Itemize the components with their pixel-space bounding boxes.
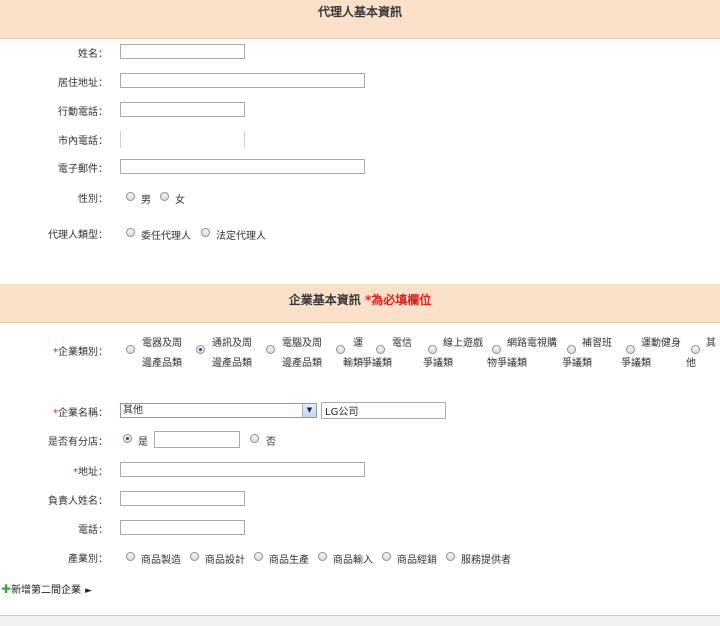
agent-section-title: 代理人基本資訊 [317,5,402,19]
gender-male-label: 男 [141,195,151,206]
category-other-radio[interactable] [691,345,700,354]
name-input[interactable] [120,44,245,59]
industry-distribution-label: 商品經銷 [397,555,437,566]
landline-input[interactable] [120,131,245,148]
browser-status-bar [0,615,720,626]
chevron-down-icon[interactable]: ▼ [302,404,316,417]
category-telecom-label: 電信 爭議類 [362,338,412,369]
company-name-select-value: 其他 [123,405,143,416]
category-fitness-radio[interactable] [626,345,635,354]
category-computer-radio[interactable] [266,345,275,354]
agent-section-header: 代理人基本資訊 [0,0,720,39]
company-address-label: *地址： [73,467,108,478]
industry-design-label: 商品設計 [205,555,245,566]
industry-manufacture-label: 商品製造 [141,555,181,566]
category-computer-label: 電腦及周 邊產品類 [282,338,322,369]
industry-import-label: 商品輸入 [333,555,373,566]
branch-label: 是否有分店： [48,437,108,448]
add-second-company-link[interactable]: ✚新增第二間企業 ► [1,581,92,596]
industry-label: 產業別： [68,554,108,565]
email-input[interactable] [120,159,365,174]
branch-no-radio[interactable] [250,434,259,443]
agent-type-label: 代理人類型： [48,230,108,241]
company-phone-input[interactable] [120,520,245,535]
mobile-input[interactable] [120,102,245,117]
address-label: 居住地址： [58,78,108,89]
plus-icon: ✚ [1,582,12,596]
category-online-game-label: 線上遊戲 爭議類 [423,338,483,369]
gender-label: 性別： [78,194,108,205]
company-name-input[interactable] [321,402,446,419]
category-online-game-radio[interactable] [428,345,437,354]
required-note: *為必填欄位 [364,293,432,307]
category-tv-shopping-radio[interactable] [492,345,501,354]
person-label: 負責人姓名： [48,496,108,507]
gender-male-radio[interactable] [126,192,135,201]
category-telecom-device-radio[interactable] [196,345,205,354]
category-telecom-radio[interactable] [376,345,385,354]
name-label: 姓名： [78,49,108,60]
industry-production-label: 商品生產 [269,555,309,566]
person-input[interactable] [120,491,245,506]
email-label: 電子郵件： [58,164,108,175]
industry-service-label: 服務提供者 [461,555,511,566]
industry-import-radio[interactable] [318,552,327,561]
agent-type-legal-radio[interactable] [201,228,210,237]
address-input[interactable] [120,73,365,88]
agent-type-appointed-radio[interactable] [126,228,135,237]
category-cram-school-label: 補習班 爭議類 [562,338,612,369]
triangle-right-icon: ► [85,586,92,596]
agent-type-legal-label: 法定代理人 [216,231,266,242]
company-name-select[interactable]: 其他 ▼ [120,403,317,418]
industry-service-radio[interactable] [446,552,455,561]
category-telecom-device-label: 通訊及周 邊產品類 [212,338,252,369]
branch-yes-radio[interactable] [123,434,132,443]
company-section-title: 企業基本資訊 [288,293,361,307]
branch-name-input[interactable] [154,431,240,448]
company-phone-label: 電話： [78,525,108,536]
category-appliance-radio[interactable] [126,345,135,354]
industry-manufacture-radio[interactable] [126,552,135,561]
category-cram-school-radio[interactable] [567,345,576,354]
mobile-label: 行動電話： [58,107,108,118]
gender-female-label: 女 [175,195,185,206]
category-other-label: 其他 [686,338,716,369]
category-appliance-label: 電器及周 邊產品類 [142,338,182,369]
category-label: *企業類別： [53,347,108,358]
industry-design-radio[interactable] [190,552,199,561]
company-section-header: 企業基本資訊 *為必填欄位 [0,284,720,323]
branch-no-label: 否 [266,437,276,448]
category-transport-radio[interactable] [336,345,345,354]
industry-distribution-radio[interactable] [382,552,391,561]
landline-label: 市內電話： [58,136,108,147]
add-second-company-text: 新增第二間企業 [11,585,82,596]
category-tv-shopping-label: 網路電視購 物爭議類 [487,338,557,369]
gender-female-radio[interactable] [160,192,169,201]
industry-production-radio[interactable] [254,552,263,561]
category-fitness-label: 運動健身 爭議類 [621,338,681,369]
agent-type-appointed-label: 委任代理人 [141,231,191,242]
company-name-label: *企業名稱： [53,408,108,419]
branch-yes-label: 是 [138,437,148,448]
company-address-input[interactable] [120,462,365,477]
